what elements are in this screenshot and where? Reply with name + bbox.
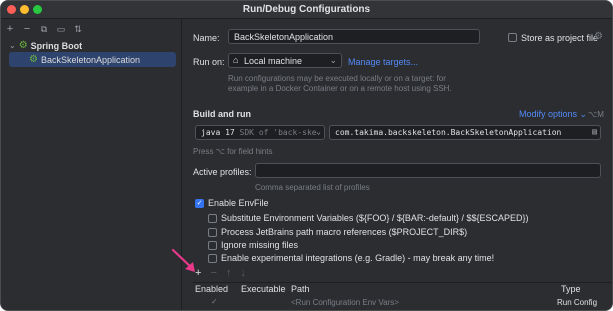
row-type: Run Config — [557, 298, 598, 307]
title-bar: Run/Debug Configurations — [1, 1, 612, 19]
home-icon: ⌂ — [233, 55, 239, 65]
column-path[interactable]: Path — [291, 284, 310, 294]
column-executable[interactable]: Executable — [241, 284, 286, 294]
main-class-value: com.takima.backskeleton.BackSkeletonAppl… — [335, 128, 562, 137]
remove-icon[interactable]: − — [22, 23, 32, 35]
build-and-run-heading: Build and run — [193, 109, 251, 119]
active-profiles-label: Active profiles: — [193, 167, 252, 177]
configurations-sidebar: + − ⧉ ▭ ⇅ ⌄ ⚙ Spring Boot ⚙ BackSkeleton… — [1, 19, 182, 310]
column-type[interactable]: Type — [561, 284, 581, 294]
chevron-down-icon[interactable]: ⌄ — [9, 41, 16, 50]
substitute-env-checkbox[interactable] — [208, 214, 217, 223]
sort-icon[interactable]: ⇅ — [73, 23, 83, 35]
tree-item-backskeletonapplication[interactable]: ⚙ BackSkeletonApplication — [9, 52, 176, 67]
experimental-integrations-label: Enable experimental integrations (e.g. G… — [221, 253, 495, 263]
settings-gear-icon[interactable]: ⚙ — [594, 31, 603, 42]
active-profiles-hint: Comma separated list of profiles — [255, 183, 370, 192]
store-as-project-file-label: Store as project file — [521, 33, 599, 43]
enable-envfile-checkbox[interactable]: ✓ — [195, 199, 204, 208]
store-as-project-file-checkbox[interactable] — [508, 33, 517, 42]
tree-group-label: Spring Boot — [30, 40, 83, 51]
run-on-label: Run on: — [193, 57, 225, 67]
move-down-icon[interactable]: ↓ — [240, 267, 246, 279]
table-row[interactable]: ✓ <Run Configuration Env Vars> Run Confi… — [193, 296, 612, 308]
run-on-dropdown[interactable]: ⌂ Local machine ⌄ — [228, 53, 342, 68]
field-hints-text: Press ⌥ for field hints — [193, 147, 273, 156]
spring-boot-icon: ⚙ — [18, 40, 28, 51]
configuration-form: Name: BackSkeletonApplication Store as p… — [183, 19, 612, 310]
jdk-selector[interactable]: java 17 SDK of 'back-ske ⌄ — [195, 125, 325, 140]
row-enabled-checkmark[interactable]: ✓ — [211, 297, 218, 306]
run-on-hint-line-2: example in a Docker Container or on a re… — [228, 84, 452, 93]
copy-icon[interactable]: ⧉ — [39, 23, 49, 35]
active-profiles-input[interactable] — [255, 163, 601, 178]
browse-icon[interactable]: ▤ — [592, 127, 597, 137]
jdk-detail: SDK of 'back-ske — [239, 128, 317, 137]
ignore-missing-label: Ignore missing files — [221, 240, 299, 250]
spring-boot-app-icon: ⚙ — [29, 54, 38, 65]
remove-icon[interactable]: − — [210, 267, 216, 279]
window-title: Run/Debug Configurations — [242, 4, 371, 15]
row-path: <Run Configuration Env Vars> — [291, 298, 399, 307]
run-on-value: Local machine — [244, 56, 303, 66]
modify-options-link[interactable]: Modify options ⌄ — [519, 109, 587, 120]
name-input[interactable]: BackSkeletonApplication — [228, 29, 480, 44]
jdk-version: java 17 — [201, 128, 235, 137]
run-debug-window: Run/Debug Configurations + − ⧉ ▭ ⇅ ⌄ ⚙ S… — [0, 0, 613, 311]
chevron-down-icon: ⌄ — [316, 127, 321, 136]
sidebar-toolbar: + − ⧉ ▭ ⇅ — [5, 22, 83, 36]
ignore-missing-checkbox[interactable] — [208, 241, 217, 250]
add-icon[interactable]: + — [5, 23, 15, 35]
chevron-down-icon: ⌄ — [579, 109, 588, 119]
annotation-arrow-icon — [171, 248, 195, 272]
move-up-icon[interactable]: ↑ — [226, 267, 232, 279]
manage-targets-link[interactable]: Manage targets... — [348, 57, 418, 67]
folder-icon[interactable]: ▭ — [56, 23, 66, 35]
experimental-integrations-checkbox[interactable] — [208, 254, 217, 263]
process-macros-label: Process JetBrains path macro references … — [221, 227, 468, 237]
enable-envfile-label: Enable EnvFile — [208, 198, 269, 208]
envfile-table-header: Enabled Executable Path Type — [193, 282, 612, 294]
envfile-table-toolbar: + − ↑ ↓ — [195, 267, 246, 279]
tree-group-spring-boot[interactable]: ⌄ ⚙ Spring Boot — [9, 38, 179, 53]
main-class-input[interactable]: com.takima.backskeleton.BackSkeletonAppl… — [329, 125, 601, 140]
column-enabled[interactable]: Enabled — [195, 284, 228, 294]
tree-item-label: BackSkeletonApplication — [40, 54, 141, 65]
run-on-hint-line-1: Run configurations may be executed local… — [228, 74, 446, 83]
name-label: Name: — [193, 33, 220, 43]
modify-options-label: Modify options — [519, 109, 578, 119]
substitute-env-label: Substitute Environment Variables (${FOO}… — [221, 213, 529, 223]
chevron-down-icon: ⌄ — [329, 55, 337, 65]
process-macros-checkbox[interactable] — [208, 228, 217, 237]
modify-options-shortcut: ⌥M — [588, 110, 604, 119]
